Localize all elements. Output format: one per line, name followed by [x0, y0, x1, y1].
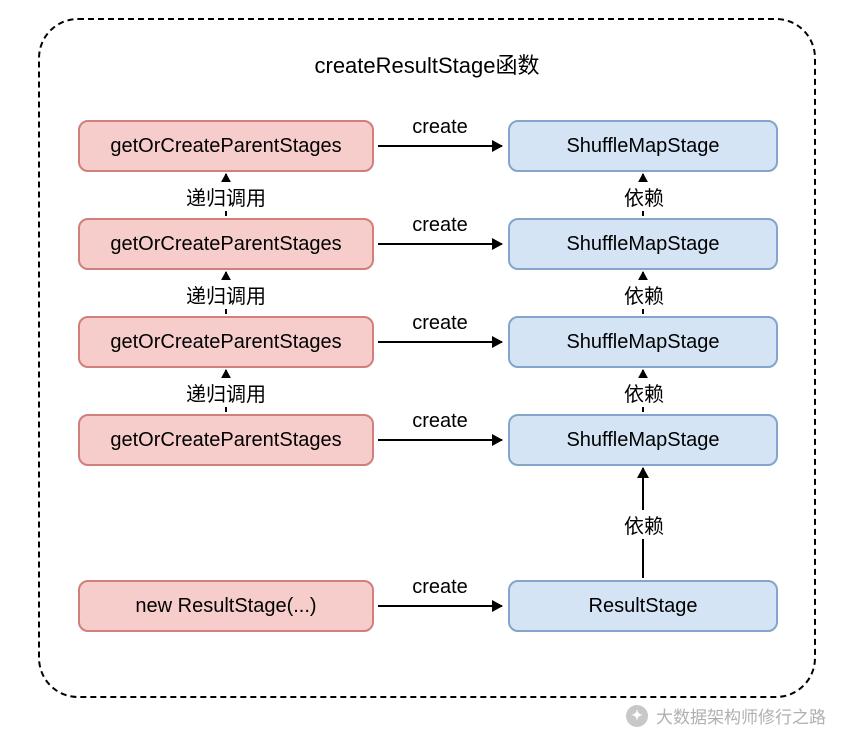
arrow-create-4 [378, 605, 502, 607]
arrow-depend-label-3: 依赖 [622, 510, 666, 539]
arrow-recurse-label-0: 递归调用 [184, 182, 268, 211]
arrow-create-label-2: create [400, 312, 480, 335]
right-node-1: ShuffleMapStage [508, 218, 778, 270]
right-node-0: ShuffleMapStage [508, 120, 778, 172]
arrow-create-label-4: create [400, 576, 480, 599]
left-node-1: getOrCreateParentStages [78, 218, 374, 270]
arrow-depend-label-2: 依赖 [622, 378, 666, 407]
right-node-3: ShuffleMapStage [508, 414, 778, 466]
arrow-depend-label-0: 依赖 [622, 182, 666, 211]
left-node-4: new ResultStage(...) [78, 580, 374, 632]
arrow-depend-label-1: 依赖 [622, 280, 666, 309]
watermark-text: 大数据架构师修行之路 [656, 703, 826, 728]
wechat-icon: ✦ [626, 705, 648, 727]
arrow-create-label-0: create [400, 116, 480, 139]
watermark: ✦ 大数据架构师修行之路 [626, 703, 826, 728]
arrow-create-label-3: create [400, 410, 480, 433]
arrow-create-2 [378, 341, 502, 343]
arrow-create-0 [378, 145, 502, 147]
arrow-create-3 [378, 439, 502, 441]
diagram-frame: createResultStage函数 getOrCreateParentSta… [38, 18, 816, 698]
right-node-4: ResultStage [508, 580, 778, 632]
diagram-title: createResultStage函数 [40, 48, 814, 80]
left-node-2: getOrCreateParentStages [78, 316, 374, 368]
left-node-3: getOrCreateParentStages [78, 414, 374, 466]
right-node-2: ShuffleMapStage [508, 316, 778, 368]
left-node-0: getOrCreateParentStages [78, 120, 374, 172]
arrow-recurse-label-1: 递归调用 [184, 280, 268, 309]
arrow-create-1 [378, 243, 502, 245]
arrow-recurse-label-2: 递归调用 [184, 378, 268, 407]
arrow-create-label-1: create [400, 214, 480, 237]
